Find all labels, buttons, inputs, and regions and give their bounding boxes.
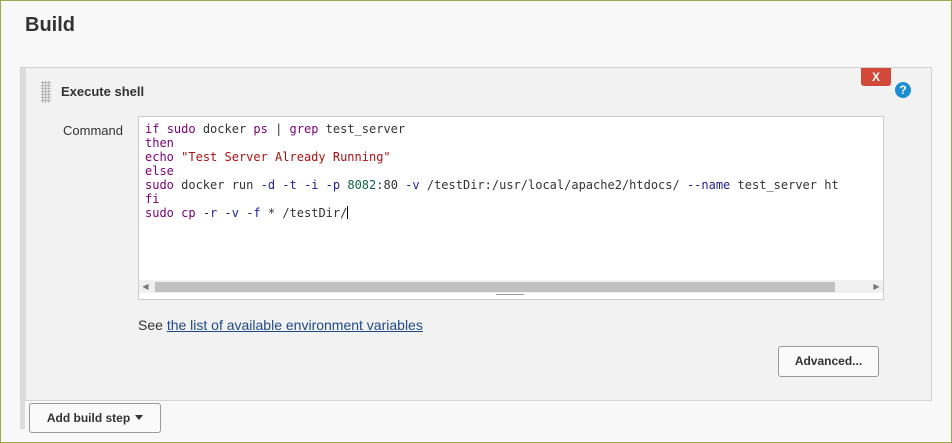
code-line: sudo cp -r -v -f * /testDir/	[145, 206, 349, 220]
section-title: Build	[25, 14, 75, 36]
env-vars-hint: See the list of available environment va…	[138, 317, 423, 333]
code-line: fi	[145, 192, 160, 206]
step-side-bar	[21, 68, 26, 400]
code-line: echo "Test Server Already Running"	[145, 150, 391, 164]
env-vars-link[interactable]: the list of available environment variab…	[167, 317, 423, 333]
text-cursor	[347, 206, 349, 219]
delete-step-button[interactable]: X	[861, 68, 891, 86]
code-line: sudo docker run -d -t -i -p 8082:80 -v /…	[145, 178, 839, 192]
step-title: Execute shell	[61, 84, 145, 99]
drag-handle-icon[interactable]	[41, 81, 51, 103]
scroll-right-icon[interactable]: ▶	[870, 280, 883, 293]
execute-shell-step: Execute shell X ? Command if sudo docker…	[20, 67, 932, 401]
help-icon[interactable]: ?	[895, 82, 911, 98]
build-panel: Build Execute shell X ? Command if sudo …	[0, 0, 952, 443]
code-line: then	[145, 136, 174, 150]
resize-handle[interactable]	[496, 294, 524, 299]
scroll-left-icon[interactable]: ◀	[139, 280, 152, 293]
command-code[interactable]: if sudo docker ps | grep test_server the…	[145, 122, 883, 220]
advanced-button[interactable]: Advanced...	[778, 346, 879, 377]
add-build-step-button[interactable]: Add build step	[29, 403, 161, 433]
env-prefix: See	[138, 317, 163, 333]
horizontal-scrollbar[interactable]: ◀ ▶	[139, 280, 883, 293]
command-editor[interactable]: if sudo docker ps | grep test_server the…	[138, 116, 884, 300]
code-line: else	[145, 164, 174, 178]
add-build-step-label: Add build step	[46, 411, 131, 425]
section-stripe	[20, 399, 25, 429]
caret-down-icon	[135, 415, 144, 420]
scroll-thumb[interactable]	[155, 282, 835, 292]
code-line: if sudo docker ps | grep test_server	[145, 122, 406, 136]
command-label: Command	[63, 123, 123, 138]
